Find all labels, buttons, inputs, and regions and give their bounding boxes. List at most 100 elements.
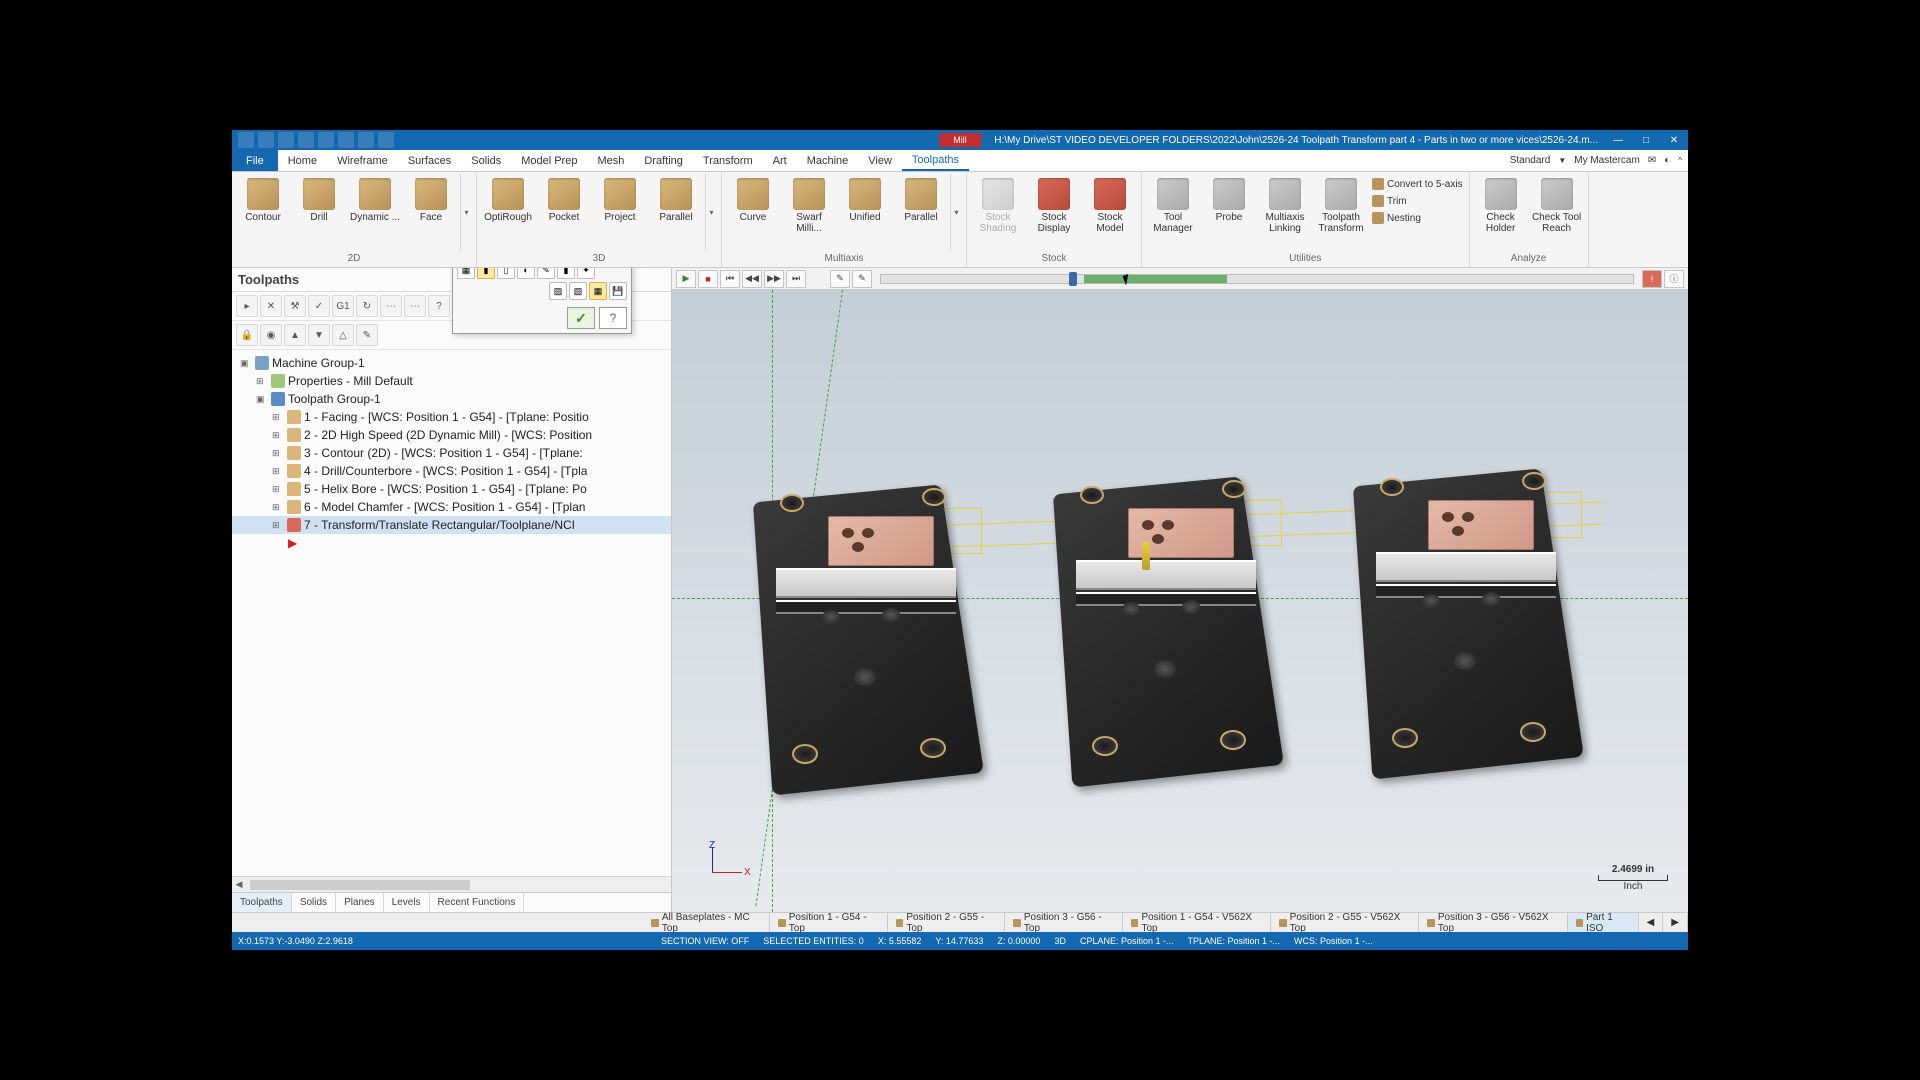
btn-tool-manager[interactable]: Tool Manager — [1146, 174, 1200, 236]
file-tab[interactable]: File — [232, 150, 278, 171]
qat-new-icon[interactable] — [238, 132, 254, 148]
pf-tab-toolpaths[interactable]: Toolpaths — [232, 893, 292, 912]
bp-btn-5[interactable]: ✎ — [537, 268, 555, 279]
bp-btn-4[interactable]: ◐ — [517, 268, 535, 279]
tb-x-icon[interactable]: ✕ — [260, 295, 282, 317]
tb-verify-icon[interactable]: ✓ — [308, 295, 330, 317]
btn-stock-display[interactable]: Stock Display — [1027, 174, 1081, 236]
vt-part1-iso[interactable]: Part 1 ISO — [1568, 913, 1639, 932]
trace-button[interactable]: ✎ — [830, 270, 850, 288]
btn-stock-shading[interactable]: Stock Shading — [971, 174, 1025, 236]
context-tab-mill[interactable]: Mill — [939, 133, 981, 147]
close-button[interactable]: ✕ — [1660, 130, 1688, 150]
tb-edit-icon[interactable]: ✎ — [356, 324, 378, 346]
tab-mesh[interactable]: Mesh — [587, 150, 634, 171]
tab-art[interactable]: Art — [763, 150, 797, 171]
timeline-info-icon[interactable]: ⓘ — [1664, 270, 1684, 288]
btn-convert-5axis[interactable]: Convert to 5-axis — [1372, 176, 1463, 192]
rewind-button[interactable]: ⏮ — [720, 270, 740, 288]
graphics-viewport[interactable]: ▶ ■ ⏮ ◀◀ ▶▶ ⏭ ✎ ✎ ! ⓘ — [672, 268, 1688, 912]
btn-multiaxis-linking[interactable]: Multiaxis Linking — [1258, 174, 1312, 236]
expand-multiaxis-icon[interactable]: ▾ — [950, 174, 962, 251]
qat-print-icon[interactable] — [298, 132, 314, 148]
vt-baseplates[interactable]: All Baseplates - MC Top — [643, 913, 770, 932]
pf-tab-recent[interactable]: Recent Functions — [430, 893, 525, 912]
vt-pos3-v562x[interactable]: Position 3 - G56 - V562X Top — [1419, 913, 1567, 932]
tb-regen-icon[interactable]: ↻ — [356, 295, 378, 317]
collapse-ribbon-icon[interactable]: ^ — [1678, 156, 1682, 165]
tab-transform[interactable]: Transform — [693, 150, 763, 171]
tree-op-2[interactable]: ⊞2 - 2D High Speed (2D Dynamic Mill) - [… — [232, 426, 671, 444]
pf-tab-solids[interactable]: Solids — [292, 893, 336, 912]
tb-down-icon[interactable]: ▼ — [308, 324, 330, 346]
tb-display-icon[interactable]: ◉ — [260, 324, 282, 346]
status-mode[interactable]: 3D — [1054, 936, 1066, 946]
btn-contour[interactable]: Contour — [236, 174, 290, 225]
account-icon[interactable]: ◐ — [1664, 155, 1670, 166]
tb-more1-icon[interactable]: ⋯ — [380, 295, 402, 317]
btn-swarf[interactable]: Swarf Milli... — [782, 174, 836, 236]
pf-tab-planes[interactable]: Planes — [336, 893, 384, 912]
tree-hscroll[interactable]: ◀ — [232, 876, 671, 892]
expand-2d-icon[interactable]: ▾ — [460, 174, 472, 251]
vt-pos2-v562x[interactable]: Position 2 - G55 - V562X Top — [1271, 913, 1419, 932]
backplot-ok-button[interactable]: ✓ — [567, 307, 595, 329]
bp-btn-10[interactable]: ▦ — [589, 282, 607, 300]
btn-parallel-3d[interactable]: Parallel — [649, 174, 703, 225]
bp-btn-8[interactable]: ▨ — [549, 282, 567, 300]
playback-timeline[interactable] — [880, 274, 1634, 284]
tb-select-icon[interactable]: ▸ — [236, 295, 258, 317]
tab-drafting[interactable]: Drafting — [634, 150, 693, 171]
btn-check-holder[interactable]: Check Holder — [1474, 174, 1528, 236]
tree-op-7[interactable]: ⊞7 - Transform/Translate Rectangular/Too… — [232, 516, 671, 534]
pf-tab-levels[interactable]: Levels — [384, 893, 430, 912]
bp-btn-11[interactable]: 💾 — [609, 282, 627, 300]
tree-insert-arrow[interactable]: ▶ — [232, 534, 671, 552]
btn-stock-model[interactable]: Stock Model — [1083, 174, 1137, 236]
btn-optirough[interactable]: OptiRough — [481, 174, 535, 225]
bp-btn-3[interactable]: ▯ — [497, 268, 515, 279]
timeline-warn-icon[interactable]: ! — [1642, 270, 1662, 288]
qat-blank-icon[interactable] — [318, 132, 334, 148]
btn-parallel-ma[interactable]: Parallel — [894, 174, 948, 225]
btn-check-tool-reach[interactable]: Check Tool Reach — [1530, 174, 1584, 236]
tb-tool-icon[interactable]: ⚒ — [284, 295, 306, 317]
tab-wireframe[interactable]: Wireframe — [327, 150, 398, 171]
maximize-button[interactable]: □ — [1632, 130, 1660, 150]
tb-up-icon[interactable]: △ — [332, 324, 354, 346]
tree-op-6[interactable]: ⊞6 - Model Chamfer - [WCS: Position 1 - … — [232, 498, 671, 516]
btn-unified[interactable]: Unified — [838, 174, 892, 225]
bp-btn-6[interactable]: ▮ — [557, 268, 575, 279]
status-section[interactable]: SECTION VIEW: OFF — [661, 936, 749, 946]
backplot-help-button[interactable]: ? — [599, 307, 627, 329]
btn-curve[interactable]: Curve — [726, 174, 780, 225]
qat-save-icon[interactable] — [258, 132, 274, 148]
vt-pos3[interactable]: Position 3 - G56 - Top — [1005, 913, 1123, 932]
status-tplane[interactable]: TPLANE: Position 1 -... — [1188, 936, 1281, 946]
vt-pos2[interactable]: Position 2 - G55 - Top — [888, 913, 1006, 932]
tree-op-5[interactable]: ⊞5 - Helix Bore - [WCS: Position 1 - G54… — [232, 480, 671, 498]
btn-pocket[interactable]: Pocket — [537, 174, 591, 225]
tab-machine[interactable]: Machine — [797, 150, 859, 171]
btn-dynamic[interactable]: Dynamic ... — [348, 174, 402, 225]
tree-properties[interactable]: ⊞Properties - Mill Default — [232, 372, 671, 390]
vt-pos1[interactable]: Position 1 - G54 - Top — [770, 913, 888, 932]
fast-fwd-button[interactable]: ⏭ — [786, 270, 806, 288]
status-wcs[interactable]: WCS: Position 1 -... — [1294, 936, 1373, 946]
tb-post-icon[interactable]: G1 — [332, 295, 354, 317]
tab-home[interactable]: Home — [278, 150, 327, 171]
vt-nav-left[interactable]: ◀ — [1639, 913, 1664, 932]
tree-op-1[interactable]: ⊞1 - Facing - [WCS: Position 1 - G54] - … — [232, 408, 671, 426]
btn-toolpath-transform[interactable]: Toolpath Transform — [1314, 174, 1368, 236]
qat-redo-icon[interactable] — [378, 132, 394, 148]
config-standard[interactable]: Standard — [1510, 155, 1551, 166]
bp-btn-1[interactable]: ▦ — [457, 268, 475, 279]
status-cplane[interactable]: CPLANE: Position 1 -... — [1080, 936, 1174, 946]
btn-drill[interactable]: Drill — [292, 174, 346, 225]
notification-icon[interactable]: ✉ — [1648, 155, 1656, 166]
backplot-dialog[interactable]: ▦ Backplot✕ ▦ ▮ ▯ ◐ ✎ ▮ ✦ ▨ ▧ ▦ 💾 — [452, 268, 632, 334]
tree-toolpath-group[interactable]: ▣Toolpath Group-1 — [232, 390, 671, 408]
bp-btn-9[interactable]: ▧ — [569, 282, 587, 300]
tab-toolpaths[interactable]: Toolpaths — [902, 150, 969, 171]
qat-open-icon[interactable] — [278, 132, 294, 148]
